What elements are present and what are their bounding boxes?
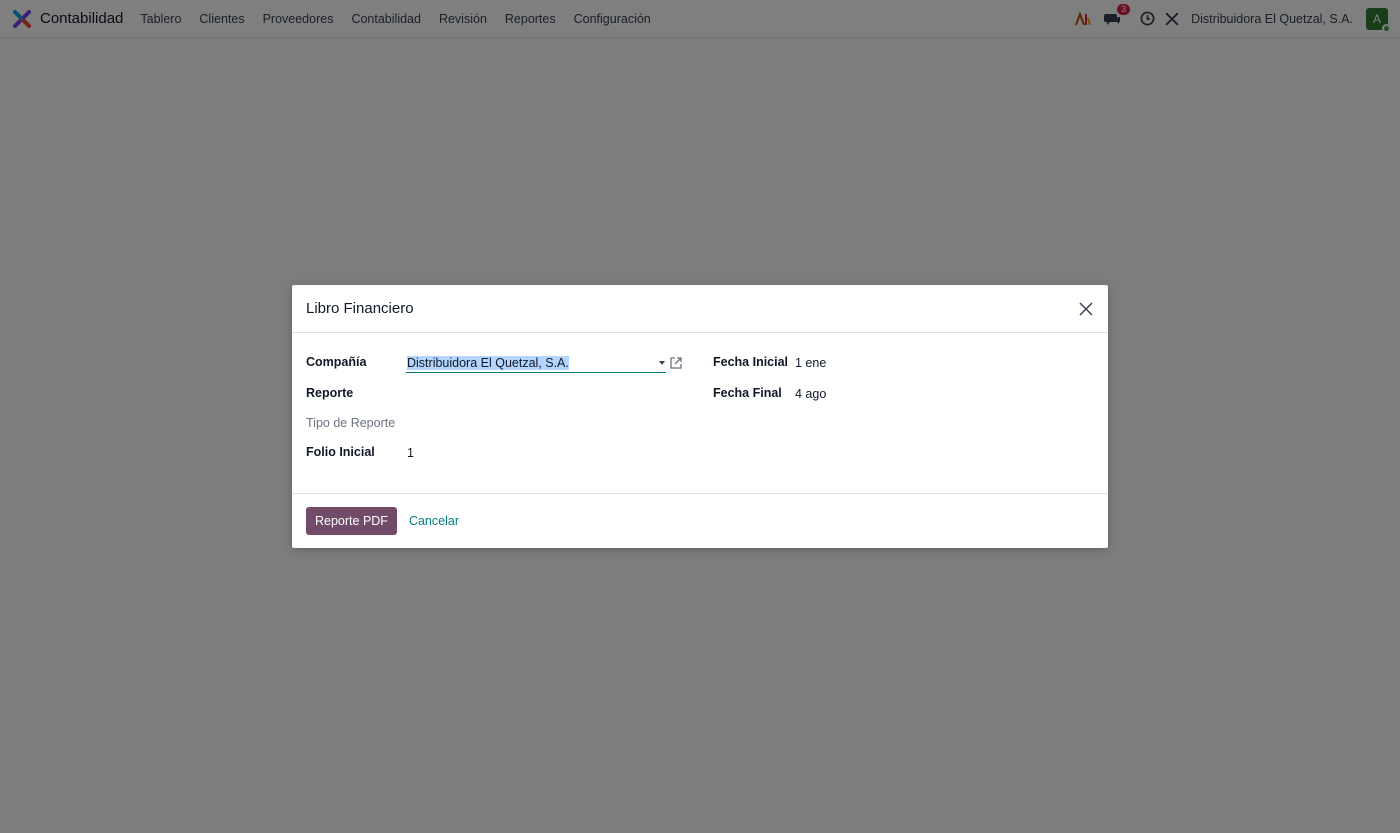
report-label: Reporte — [306, 386, 354, 400]
dialog-body: Compañía Distribuidora El Quetzal, S.A. … — [292, 333, 1108, 494]
dialog-title: Libro Financiero — [306, 300, 414, 317]
close-icon[interactable] — [1078, 301, 1094, 317]
libro-financiero-dialog: Libro Financiero Compañía Distribuidora … — [292, 285, 1108, 548]
pdf-report-button[interactable]: Reporte PDF — [306, 506, 397, 535]
company-field-value: Distribuidora El Quetzal, S.A. — [407, 356, 569, 370]
start-date-label: Fecha Inicial — [713, 355, 789, 369]
chevron-down-icon[interactable] — [659, 361, 665, 365]
dialog-header: Libro Financiero — [292, 285, 1108, 333]
company-field[interactable]: Distribuidora El Quetzal, S.A. — [406, 354, 666, 373]
folio-label: Folio Inicial — [306, 445, 375, 459]
end-date-field[interactable]: 4 ago — [795, 387, 826, 401]
start-date-field[interactable]: 1 ene — [795, 356, 826, 370]
folio-field[interactable]: 1 — [407, 446, 414, 460]
external-link-icon[interactable] — [669, 356, 683, 370]
end-date-label: Fecha Final — [713, 386, 782, 400]
dialog-footer: Reporte PDF Cancelar — [292, 494, 1108, 547]
cancel-button[interactable]: Cancelar — [401, 514, 467, 528]
report-type-label: Tipo de Reporte — [306, 416, 396, 430]
company-label: Compañía — [306, 355, 367, 369]
